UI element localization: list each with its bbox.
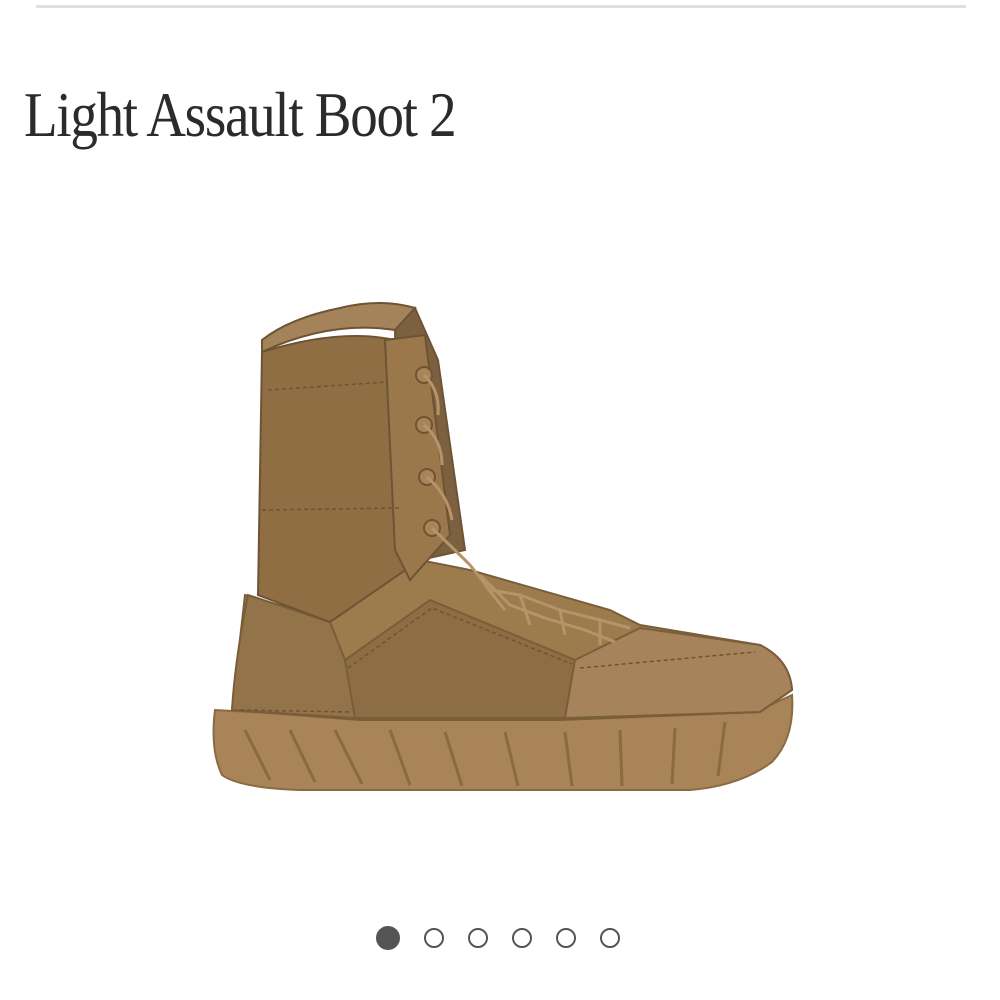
product-title: Light Assault Boot 2 (24, 79, 457, 150)
gallery-dot-6[interactable] (600, 928, 620, 948)
gallery-pagination (0, 925, 1000, 951)
product-image-gallery[interactable] (0, 190, 1000, 890)
top-divider (36, 5, 966, 8)
gallery-dot-2[interactable] (424, 928, 444, 948)
gallery-dot-1[interactable] (376, 926, 400, 950)
gallery-dot-5[interactable] (556, 928, 576, 948)
product-page: Light Assault Boot 2 (0, 0, 1000, 1000)
boot-image[interactable] (0, 190, 1000, 890)
gallery-dot-3[interactable] (468, 928, 488, 948)
gallery-dot-4[interactable] (512, 928, 532, 948)
